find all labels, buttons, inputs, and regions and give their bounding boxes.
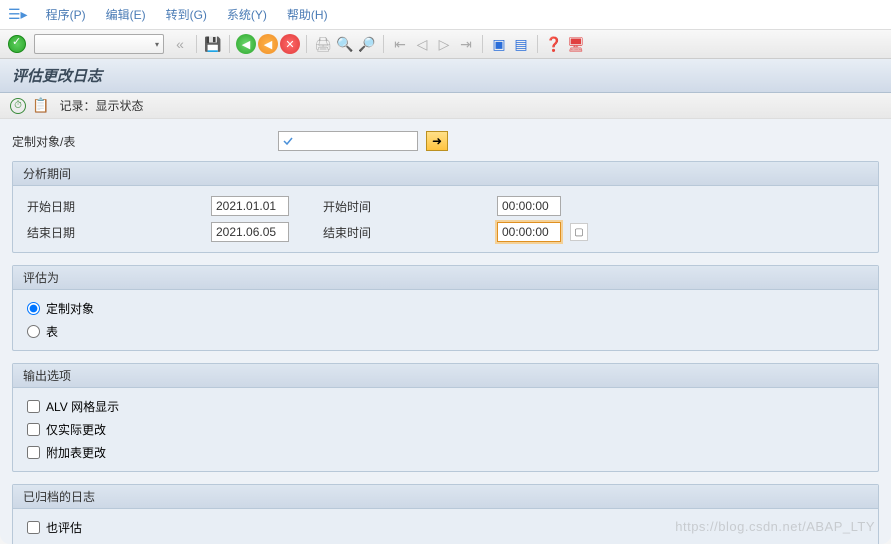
analysis-period-group: 分析期间 开始日期 开始时间 结束日期 结束时间 — [12, 161, 879, 253]
next-page-icon[interactable]: ▷ — [434, 34, 454, 54]
variant-icon[interactable]: 📋 — [32, 97, 49, 114]
checkbox-alv-grid[interactable] — [27, 400, 40, 413]
content-area: 定制对象/表 ➜ 分析期间 开始日期 开始时间 结束日期 — [0, 119, 891, 544]
menu-goto[interactable]: 转到(G) — [160, 4, 213, 25]
value-help-button[interactable]: ▢ — [570, 223, 588, 241]
first-page-icon[interactable]: ⇤ — [390, 34, 410, 54]
app-toolbar: ⏱ 📋 记录：显示状态 — [0, 93, 891, 119]
multiple-selection-button[interactable]: ➜ — [426, 131, 448, 151]
app-menu-icon[interactable]: ☰▸ — [8, 6, 28, 23]
print-icon[interactable]: 🖨 — [313, 34, 333, 54]
command-field[interactable] — [34, 34, 164, 54]
radio-custom-object[interactable] — [27, 302, 40, 315]
checkbox-append-table[interactable] — [27, 446, 40, 459]
exit-icon[interactable]: ◀ — [258, 34, 278, 54]
custom-object-label: 定制对象/表 — [12, 133, 132, 150]
checkbox-also-evaluate-label: 也评估 — [46, 519, 82, 536]
end-date-label: 结束日期 — [27, 224, 147, 241]
analysis-period-header: 分析期间 — [13, 162, 878, 186]
title-bar: 评估更改日志 — [0, 59, 891, 93]
start-time-label: 开始时间 — [323, 198, 403, 215]
checkbox-append-table-label: 附加表更改 — [46, 444, 106, 461]
menu-system[interactable]: 系统(Y) — [221, 4, 273, 25]
menu-edit[interactable]: 编辑(E) — [100, 4, 152, 25]
end-time-input[interactable] — [497, 222, 561, 242]
new-session-icon[interactable]: ▣ — [489, 34, 509, 54]
end-time-label: 结束时间 — [323, 224, 403, 241]
execute-icon[interactable]: ⏱ — [10, 98, 26, 114]
custom-object-input[interactable] — [278, 131, 418, 151]
subtitle-text: 记录：显示状态 — [59, 97, 143, 114]
archived-logs-header: 已归档的日志 — [13, 485, 878, 509]
status-ok-icon — [8, 35, 26, 53]
watermark-text: https://blog.csdn.net/ABAP_LTY — [675, 519, 875, 534]
radio-table-label: 表 — [46, 323, 58, 340]
menu-bar: ☰▸ 程序(P) 编辑(E) 转到(G) 系统(Y) 帮助(H) — [0, 0, 891, 30]
evaluate-as-header: 评估为 — [13, 266, 878, 290]
layout-icon[interactable]: ▤ — [511, 34, 531, 54]
find-icon[interactable]: 🔍 — [335, 34, 355, 54]
checkbox-alv-grid-label: ALV 网格显示 — [46, 398, 119, 415]
page-title: 评估更改日志 — [12, 65, 879, 86]
save-icon[interactable]: 💾 — [203, 34, 223, 54]
start-date-input[interactable] — [211, 196, 289, 216]
radio-table[interactable] — [27, 325, 40, 338]
menu-program[interactable]: 程序(P) — [40, 4, 92, 25]
radio-custom-object-label: 定制对象 — [46, 300, 94, 317]
nav-back-icon[interactable]: « — [170, 34, 190, 54]
menu-help[interactable]: 帮助(H) — [281, 4, 334, 25]
last-page-icon[interactable]: ⇥ — [456, 34, 476, 54]
prev-page-icon[interactable]: ◁ — [412, 34, 432, 54]
end-date-input[interactable] — [211, 222, 289, 242]
back-icon[interactable]: ◀ — [236, 34, 256, 54]
output-options-header: 输出选项 — [13, 364, 878, 388]
output-options-group: 输出选项 ALV 网格显示 仅实际更改 附加表更改 — [12, 363, 879, 472]
checkbox-also-evaluate[interactable] — [27, 521, 40, 534]
cancel-icon[interactable]: ✕ — [280, 34, 300, 54]
checkbox-actual-changes[interactable] — [27, 423, 40, 436]
archived-logs-group: 已归档的日志 也评估 — [12, 484, 879, 544]
start-date-label: 开始日期 — [27, 198, 147, 215]
system-toolbar: « 💾 ◀ ◀ ✕ 🖨 🔍 🔎 ⇤ ◁ ▷ ⇥ ▣ ▤ ❓ 🖥 — [0, 30, 891, 59]
find-next-icon[interactable]: 🔎 — [357, 34, 377, 54]
evaluate-as-group: 评估为 定制对象 表 — [12, 265, 879, 351]
help-icon[interactable]: ❓ — [544, 34, 564, 54]
customize-icon[interactable]: 🖥 — [566, 34, 586, 54]
start-time-input[interactable] — [497, 196, 561, 216]
checkbox-actual-changes-label: 仅实际更改 — [46, 421, 106, 438]
